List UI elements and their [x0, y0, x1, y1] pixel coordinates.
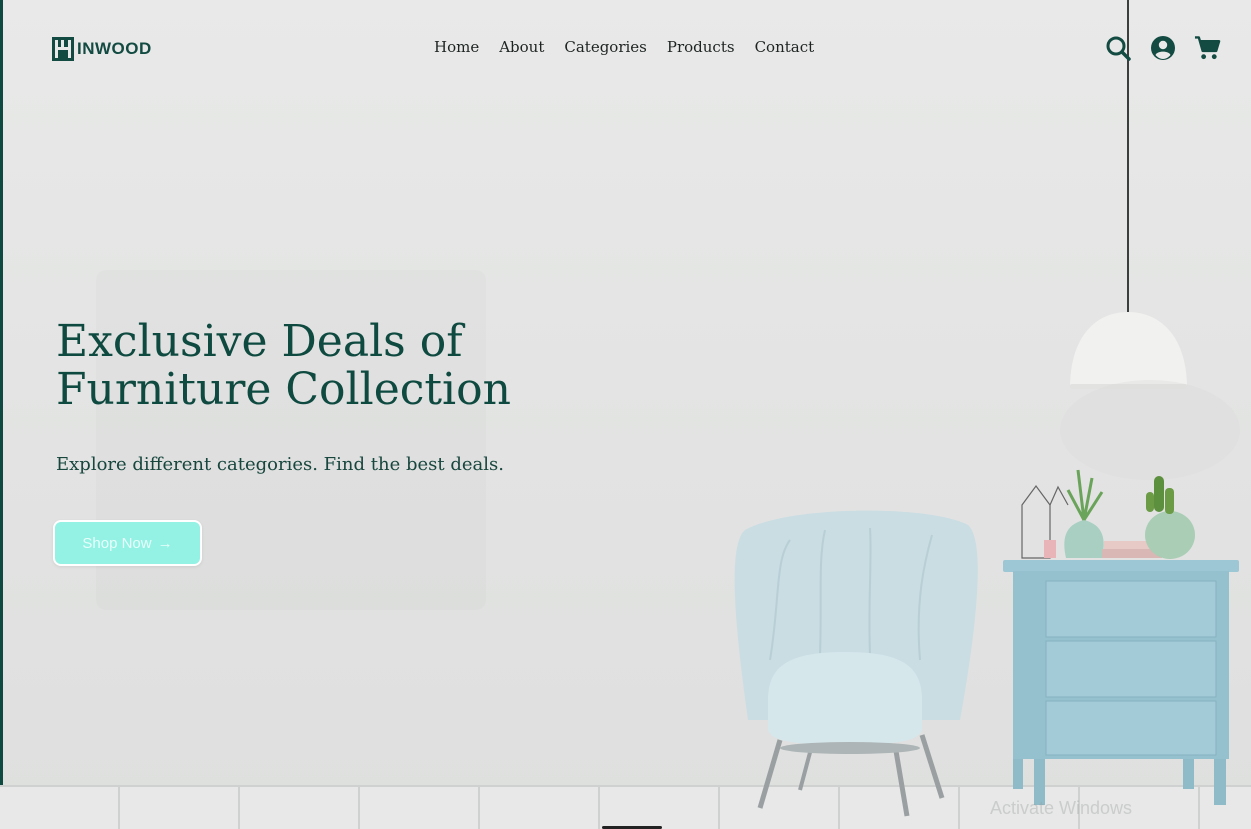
side-cabinet-image	[1003, 560, 1239, 805]
nav-categories[interactable]: Categories	[564, 38, 647, 56]
hero-title-line-1: Exclusive Deals of	[56, 316, 463, 367]
user-circle-icon[interactable]	[1149, 34, 1176, 61]
shopping-cart-icon[interactable]	[1194, 34, 1221, 61]
logo-text: INWOOD	[77, 39, 152, 58]
hero-title-line-2: Furniture Collection	[56, 364, 511, 415]
hero-subtitle: Explore different categories. Find the b…	[56, 454, 504, 475]
brand-logo[interactable]: INWOOD	[52, 36, 152, 62]
main-nav: Home About Categories Products Contact	[434, 38, 814, 56]
nav-home[interactable]: Home	[434, 38, 479, 56]
nav-contact[interactable]: Contact	[755, 38, 815, 56]
nav-products[interactable]: Products	[667, 38, 735, 56]
armchair-image	[734, 510, 978, 817]
nav-about[interactable]: About	[499, 38, 544, 56]
cabinet-decor-image	[1021, 469, 1195, 559]
shop-now-button[interactable]: Shop Now →	[53, 520, 202, 566]
header-actions	[1104, 34, 1221, 61]
windows-activation-watermark: Activate Windows	[990, 798, 1133, 818]
shop-now-label: Shop Now	[82, 534, 152, 552]
hero-title: Exclusive Deals of Furniture Collection	[56, 318, 576, 414]
logo-mark-icon	[52, 37, 74, 61]
arrow-right-icon: →	[157, 534, 173, 552]
search-icon[interactable]	[1104, 34, 1131, 61]
pendant-lamp-image	[1060, 0, 1240, 480]
